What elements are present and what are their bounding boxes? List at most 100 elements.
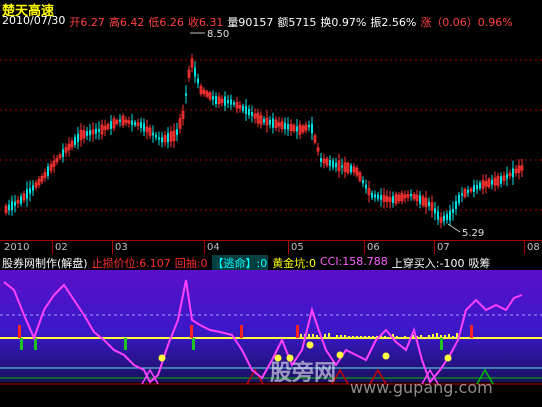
axis-label: 07 — [437, 242, 450, 253]
candle — [37, 175, 41, 189]
candle — [158, 131, 160, 146]
candle — [517, 159, 521, 180]
signal-bar — [296, 325, 299, 338]
signal-bar — [436, 333, 438, 338]
candle — [70, 137, 74, 151]
signal-bar — [332, 337, 334, 338]
candle — [458, 192, 460, 206]
candle — [439, 211, 443, 229]
candle — [103, 119, 107, 137]
axis-label: 03 — [115, 242, 128, 253]
candle — [382, 187, 386, 209]
candle — [134, 119, 136, 128]
candle — [284, 117, 286, 135]
signal-bar — [396, 336, 398, 338]
candle — [400, 190, 404, 205]
candle — [491, 174, 493, 190]
candle — [277, 116, 281, 133]
signal-bar — [316, 335, 318, 338]
candlestick-chart[interactable]: 8.50 5.29 — [0, 30, 542, 240]
signal-bar — [440, 338, 443, 350]
signal-bar — [388, 337, 390, 338]
candle — [316, 142, 320, 157]
candle — [374, 190, 376, 202]
candle — [248, 105, 250, 119]
quote-bar: 2010/07/30 开6.27 高6.42 低6.26 收6.31 量9015… — [2, 14, 513, 30]
candle — [181, 104, 185, 126]
signal-bar — [124, 338, 127, 350]
quote-high: 高6.42 — [108, 16, 145, 29]
indicator-title: 股券网制作(解盘) — [2, 257, 88, 270]
signal-bar — [308, 334, 310, 338]
candle — [446, 210, 448, 224]
candle — [259, 111, 263, 129]
candle — [106, 122, 110, 131]
candle — [100, 119, 104, 140]
signal-bar — [328, 333, 330, 338]
candle — [47, 163, 49, 180]
axis-label: 05 — [291, 242, 304, 253]
candle — [512, 160, 514, 186]
candle — [215, 92, 217, 108]
candle — [380, 188, 382, 207]
quote-low: 低6.26 — [148, 16, 184, 29]
candle — [202, 87, 206, 97]
candle — [176, 122, 178, 142]
tick-line — [524, 241, 525, 254]
candle — [227, 95, 229, 109]
candle — [269, 115, 271, 129]
candle — [443, 211, 445, 226]
tick-line — [112, 241, 113, 254]
candle — [167, 127, 169, 149]
signal-bar — [300, 334, 302, 338]
tick-line — [434, 241, 435, 254]
stop-loss-value: 止损价位:6.107 — [91, 257, 171, 270]
axis-label: 2010 — [4, 242, 30, 253]
candle — [4, 203, 8, 216]
candle — [487, 177, 491, 189]
candle — [289, 119, 293, 136]
candle — [463, 187, 467, 199]
candle — [437, 205, 439, 226]
quote-amount: 额5715 — [277, 16, 317, 29]
candle — [397, 191, 401, 205]
candle — [280, 117, 284, 133]
candle — [332, 157, 334, 171]
signal-dot — [158, 354, 166, 362]
low-marker-line — [447, 223, 461, 233]
signal-bar — [360, 336, 362, 338]
candle — [506, 166, 508, 187]
candle — [473, 179, 475, 198]
candle — [325, 156, 329, 168]
candle — [58, 152, 62, 160]
signal-bar — [356, 336, 358, 338]
candle — [419, 190, 421, 209]
candle — [91, 122, 95, 142]
signal-dot — [336, 351, 344, 359]
candle — [74, 134, 76, 148]
signal-bar — [20, 338, 23, 350]
candle — [298, 120, 302, 140]
signal-bar — [324, 334, 326, 338]
candle — [434, 201, 436, 221]
tick-line — [204, 241, 205, 254]
candle — [119, 114, 121, 127]
candle — [29, 180, 31, 202]
candle — [148, 124, 152, 139]
candle — [185, 85, 187, 104]
candle — [140, 117, 142, 133]
candle — [265, 110, 269, 133]
candle — [127, 116, 131, 128]
candle — [274, 116, 278, 132]
axis-label: 04 — [207, 242, 220, 253]
candle — [352, 163, 356, 176]
candles-group — [4, 53, 524, 229]
candle — [311, 116, 313, 141]
candle — [455, 195, 457, 215]
candle — [461, 186, 463, 203]
axis-label: 06 — [367, 242, 380, 253]
candle — [40, 173, 44, 184]
candle — [263, 116, 265, 126]
low-price-label: 5.29 — [462, 228, 484, 239]
candle — [178, 113, 182, 134]
